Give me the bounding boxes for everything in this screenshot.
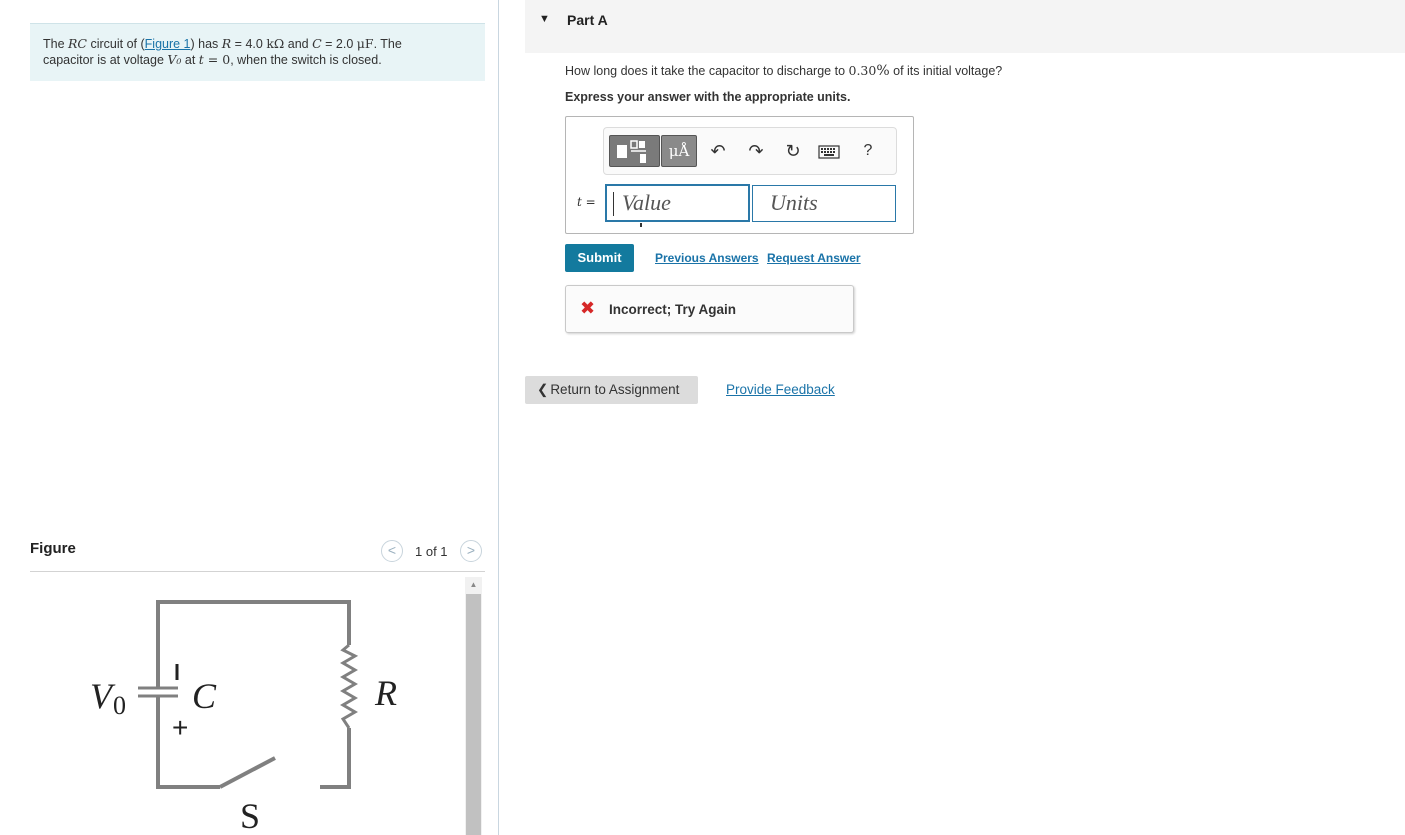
problem-text: at <box>181 53 199 67</box>
chevron-left-icon: ❮ <box>537 382 549 397</box>
circuit-wire <box>156 600 351 680</box>
units-placeholder: Units <box>770 190 818 215</box>
variable-label: t = <box>577 195 596 209</box>
r-symbol: R <box>221 36 232 51</box>
problem-text: and <box>284 37 313 51</box>
figure-counter: 1 of 1 <box>415 544 448 559</box>
submit-button[interactable]: Submit <box>565 244 634 272</box>
c-symbol: C <box>312 36 322 51</box>
question-percent: % <box>876 63 890 79</box>
v0-symbol: V₀ <box>167 52 182 67</box>
t-equals: = 0 <box>203 52 231 67</box>
undo-icon[interactable]: ↶ <box>706 141 730 161</box>
rc-circuit-diagram: V0 + C R S <box>90 600 397 835</box>
text-cursor <box>613 192 614 216</box>
figure-prev-button[interactable]: < <box>381 540 403 562</box>
problem-text: . The <box>373 37 402 51</box>
r-value: = 4.0 <box>231 37 267 51</box>
figure-header: Figure < 1 of 1 > <box>30 536 485 572</box>
question-suffix: of its initial voltage? <box>889 64 1003 78</box>
units-button[interactable]: μÅ <box>661 135 697 167</box>
return-label: Return to Assignment <box>550 382 680 397</box>
circuit-wire <box>320 728 351 789</box>
reset-icon[interactable]: ↻ <box>781 141 805 161</box>
switch-blade <box>219 756 276 789</box>
scroll-up-arrow-icon[interactable]: ▲ <box>465 577 482 593</box>
input-marker <box>640 223 642 227</box>
v0-label: V0 <box>90 676 126 720</box>
figure-scrollbar[interactable]: ▲ <box>465 577 482 835</box>
figure-next-button[interactable]: > <box>460 540 482 562</box>
math-toolbar: μÅ ↶ ↷ ↻ ? <box>603 127 897 175</box>
help-button[interactable]: ? <box>856 141 880 161</box>
question-text: How long does it take the capacitor to d… <box>565 63 1002 79</box>
question-prefix: How long does it take the capacitor to d… <box>565 64 849 78</box>
problem-text: ) has <box>190 37 222 51</box>
problem-line-1: The RC circuit of (Figure 1) has R = 4.0… <box>43 36 471 52</box>
scroll-thumb[interactable] <box>466 594 481 835</box>
units-input[interactable]: Units <box>752 185 896 222</box>
part-title: Part A <box>567 12 608 28</box>
c-unit: μF <box>356 36 374 51</box>
question-value: 0.30 <box>848 63 877 78</box>
problem-statement: The RC circuit of (Figure 1) has R = 4.0… <box>30 23 485 81</box>
problem-text: circuit of ( <box>87 37 145 51</box>
part-header[interactable]: ▼ Part A <box>525 0 1405 53</box>
templates-icon <box>617 140 646 163</box>
feedback-box: ✖ Incorrect; Try Again <box>565 285 854 333</box>
x-icon: ✖ <box>580 298 596 318</box>
figure-link[interactable]: Figure 1 <box>145 37 191 51</box>
resistor-label: R <box>374 673 397 713</box>
value-input[interactable]: Value <box>605 184 750 222</box>
plus-label: + <box>172 712 188 743</box>
request-answer-link[interactable]: Request Answer <box>767 251 861 265</box>
column-divider[interactable] <box>498 0 499 835</box>
r-unit: kΩ <box>266 36 285 51</box>
feedback-message: Incorrect; Try Again <box>609 302 737 317</box>
switch-label: S <box>240 796 260 835</box>
keyboard-icon[interactable] <box>817 143 841 163</box>
answer-instructions: Express your answer with the appropriate… <box>565 90 851 104</box>
provide-feedback-link[interactable]: Provide Feedback <box>726 382 835 397</box>
capacitor-label: C <box>192 676 217 716</box>
problem-line-2: capacitor is at voltage V₀ at t = 0, whe… <box>43 52 471 68</box>
rc-symbol: RC <box>68 36 87 51</box>
return-to-assignment-button[interactable]: ❮ Return to Assignment <box>525 376 698 404</box>
templates-button[interactable] <box>609 135 660 167</box>
collapse-caret-icon[interactable]: ▼ <box>539 13 550 25</box>
answer-box: μÅ ↶ ↷ ↻ ? t = Value Units <box>565 116 914 234</box>
problem-text: The <box>43 37 69 51</box>
problem-text: , when the switch is closed. <box>230 53 382 67</box>
problem-text: capacitor is at voltage <box>43 53 168 67</box>
figure-title: Figure <box>30 540 76 557</box>
previous-answers-link[interactable]: Previous Answers <box>655 251 759 265</box>
c-value: = 2.0 <box>321 37 357 51</box>
resistor-zigzag <box>340 643 359 729</box>
value-placeholder: Value <box>622 190 671 215</box>
redo-icon[interactable]: ↷ <box>744 141 768 161</box>
